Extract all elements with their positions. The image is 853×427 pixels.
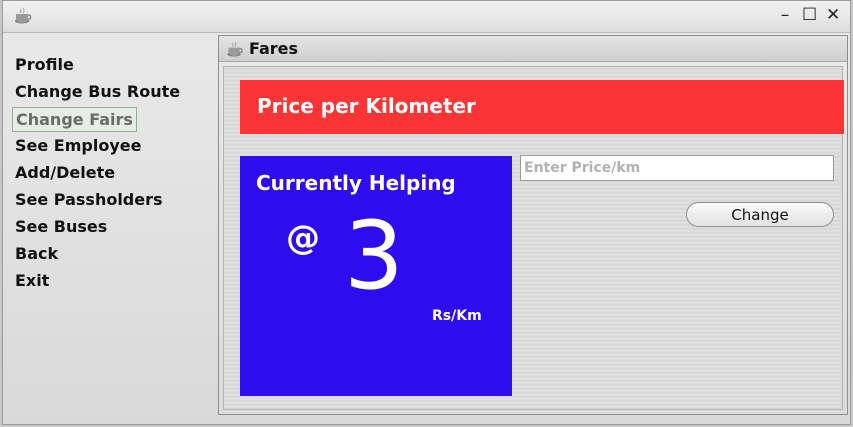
menu-item-exit[interactable]: Exit [15, 269, 215, 296]
price-unit-label: Rs/Km [432, 308, 482, 324]
close-button[interactable]: ✕ [826, 5, 840, 25]
menu-item-profile[interactable]: Profile [15, 53, 215, 80]
fares-internal-frame: Fares Price per Kilometer Currently Help… [218, 35, 848, 415]
window-controls: – ☐ ✕ [778, 5, 841, 25]
main-window: – ☐ ✕ Profile Change Bus Route Change Fa… [2, 0, 851, 425]
change-button[interactable]: Change [686, 202, 834, 227]
fares-frame-title: Fares [249, 39, 299, 58]
current-price-panel: Currently Helping @ 3 Rs/Km [240, 156, 512, 396]
menu-item-change-fairs[interactable]: Change Fairs [12, 107, 137, 132]
coffee-cup-icon [227, 41, 243, 57]
menu-item-add-delete[interactable]: Add/Delete [15, 161, 215, 188]
fares-content-panel: Price per Kilometer Currently Helping @ … [223, 66, 844, 410]
menu-item-see-employee[interactable]: See Employee [15, 134, 215, 161]
current-price-value: 3 [344, 202, 404, 311]
side-menu: Profile Change Bus Route Change Fairs Se… [12, 53, 215, 296]
menu-item-back[interactable]: Back [15, 242, 215, 269]
maximize-button[interactable]: ☐ [802, 5, 817, 25]
window-titlebar[interactable]: – ☐ ✕ [3, 1, 850, 33]
price-per-km-input[interactable] [520, 155, 834, 181]
currently-helping-label: Currently Helping [256, 171, 456, 195]
menu-item-see-buses[interactable]: See Buses [15, 215, 215, 242]
minimize-button[interactable]: – [778, 5, 792, 25]
coffee-cup-icon [15, 7, 32, 24]
menu-item-see-passholders[interactable]: See Passholders [15, 188, 215, 215]
banner-title: Price per Kilometer [257, 94, 476, 118]
at-symbol: @ [286, 218, 320, 258]
menu-item-change-bus-route[interactable]: Change Bus Route [15, 80, 215, 107]
price-per-km-banner: Price per Kilometer [240, 80, 844, 134]
fares-frame-titlebar[interactable]: Fares [219, 36, 847, 62]
